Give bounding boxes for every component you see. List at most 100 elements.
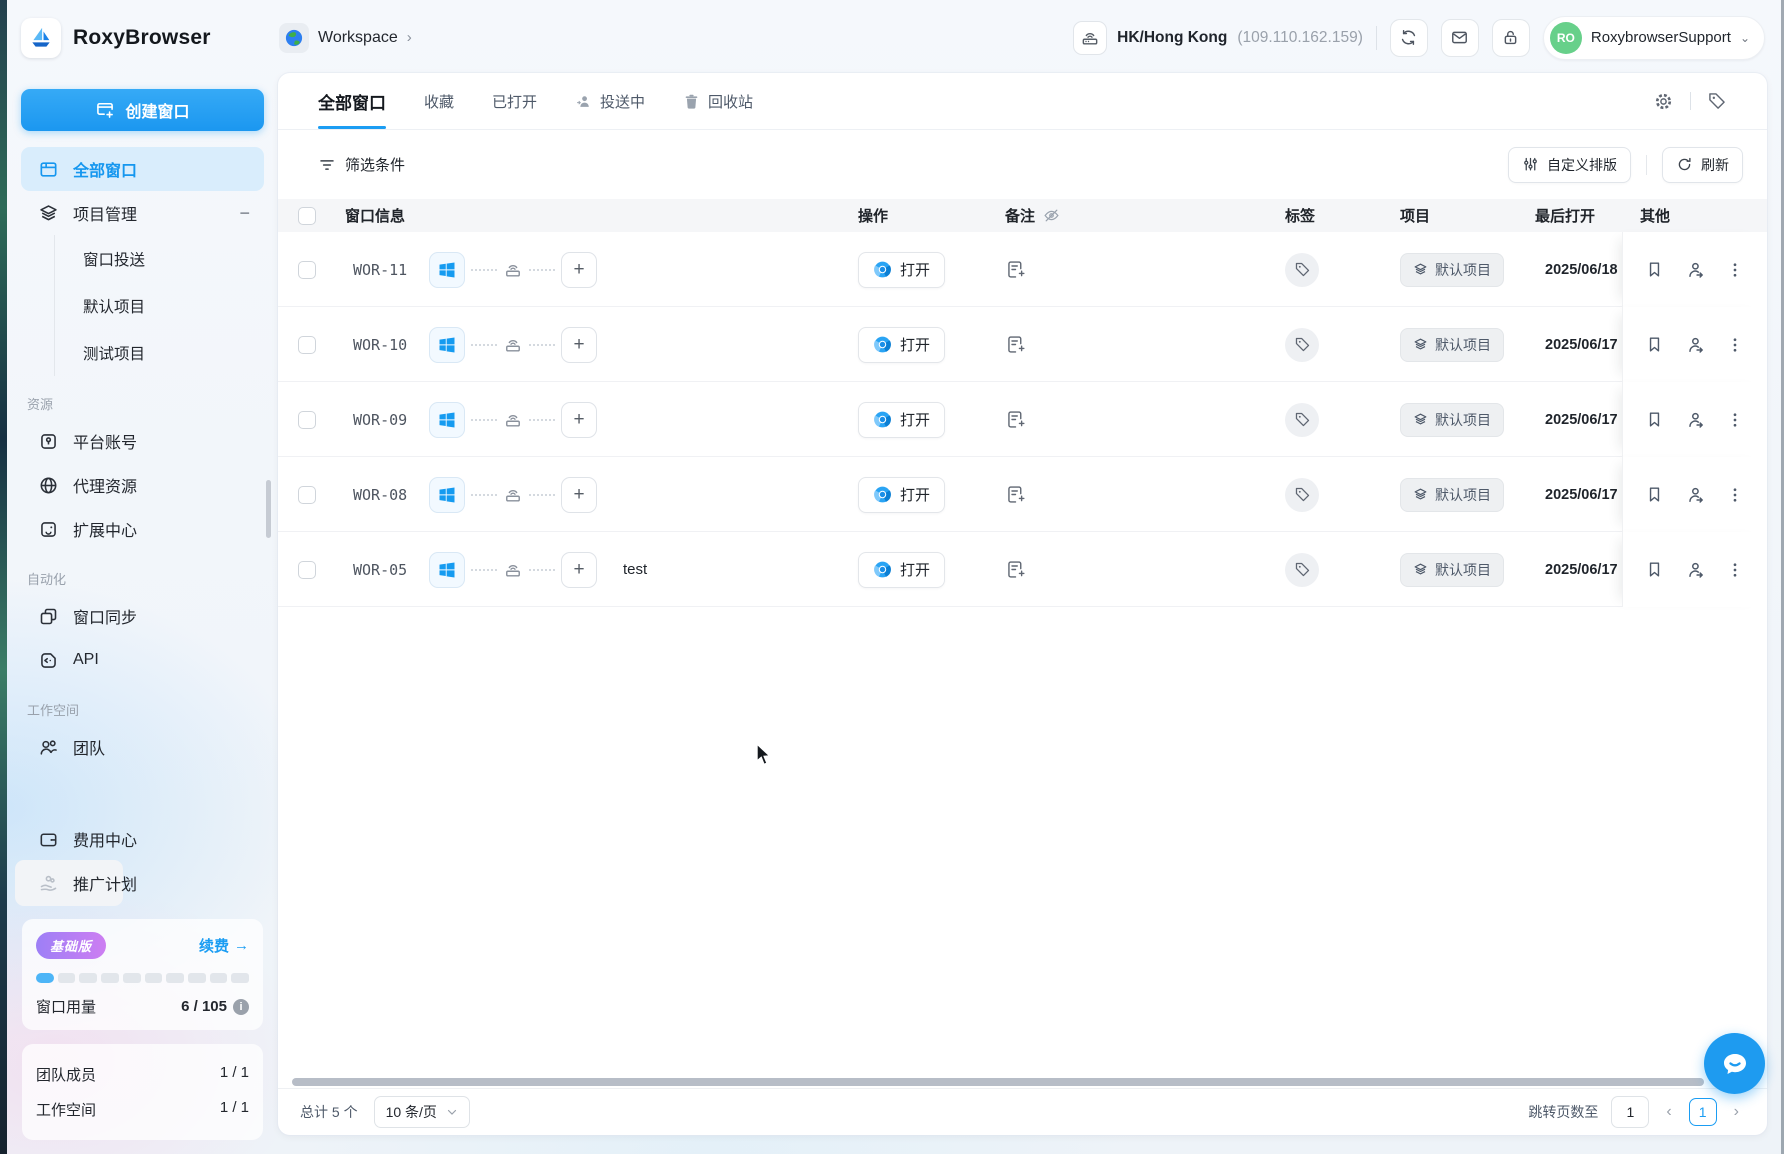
- row-checkbox[interactable]: [298, 410, 316, 429]
- open-window-button[interactable]: 打开: [858, 551, 946, 588]
- windows-os-button[interactable]: [429, 401, 465, 438]
- add-note-icon[interactable]: [1005, 484, 1027, 505]
- transfer-user-icon[interactable]: [1685, 260, 1705, 280]
- filter-button[interactable]: 筛选条件: [318, 154, 405, 175]
- add-note-icon[interactable]: [1005, 334, 1027, 355]
- windows-os-button[interactable]: [429, 326, 465, 363]
- tag-manager-button[interactable]: [1707, 91, 1727, 111]
- prev-page-button[interactable]: ‹: [1662, 1101, 1675, 1123]
- settings-button[interactable]: [1653, 91, 1674, 112]
- add-tag-button[interactable]: [1285, 327, 1319, 362]
- more-options-icon[interactable]: [1726, 561, 1744, 579]
- add-tag-button[interactable]: [1285, 552, 1319, 587]
- project-badge[interactable]: 默认项目: [1400, 402, 1504, 437]
- project-badge[interactable]: 默认项目: [1400, 252, 1504, 287]
- renew-link[interactable]: 续费 →: [199, 935, 249, 956]
- windows-os-button[interactable]: [429, 476, 465, 513]
- sidebar-item-default-project[interactable]: 默认项目: [55, 282, 278, 329]
- sidebar-item-promotion[interactable]: 推广计划: [21, 861, 264, 905]
- row-checkbox[interactable]: [298, 485, 316, 504]
- project-badge[interactable]: 默认项目: [1400, 552, 1504, 587]
- transfer-user-icon[interactable]: [1685, 485, 1705, 505]
- more-options-icon[interactable]: [1726, 411, 1744, 429]
- tag-icon: [1295, 412, 1309, 427]
- collapse-icon[interactable]: −: [239, 204, 250, 222]
- add-tag-button[interactable]: [1285, 402, 1319, 437]
- open-window-button[interactable]: 打开: [858, 401, 946, 438]
- sidebar-item-extension-center[interactable]: 扩展中心: [21, 507, 264, 551]
- more-options-icon[interactable]: [1726, 261, 1744, 279]
- add-note-icon[interactable]: [1005, 259, 1027, 280]
- tab-dispatching[interactable]: 投送中: [575, 73, 645, 129]
- sync-button[interactable]: [1389, 18, 1428, 57]
- table-header: 窗口信息 操作 备注 标签 项目 最后打开 其他: [278, 199, 1767, 232]
- tab-recycle-bin[interactable]: 回收站: [683, 73, 753, 129]
- open-window-button[interactable]: 打开: [858, 326, 946, 363]
- sidebar-item-proxy-resources[interactable]: 代理资源: [21, 463, 264, 507]
- sidebar-item-platform-accounts[interactable]: 平台账号: [21, 419, 264, 463]
- bookmark-icon[interactable]: [1645, 560, 1664, 579]
- sidebar-item-window-sync[interactable]: 窗口同步: [21, 594, 264, 638]
- bookmark-icon[interactable]: [1645, 485, 1664, 504]
- row-checkbox[interactable]: [298, 560, 316, 579]
- add-proxy-button[interactable]: +: [561, 551, 597, 588]
- project-cell: 默认项目: [1400, 477, 1535, 512]
- windows-os-button[interactable]: [429, 551, 465, 588]
- sidebar-item-billing-center[interactable]: 费用中心: [21, 817, 264, 861]
- wallet-icon: [37, 828, 59, 850]
- sidebar-item-window-dispatch[interactable]: 窗口投送: [55, 235, 278, 282]
- mail-button[interactable]: [1440, 18, 1479, 57]
- user-menu[interactable]: RO RoxybrowserSupport ⌄: [1542, 15, 1765, 60]
- sidebar-item-test-project[interactable]: 测试项目: [55, 329, 278, 376]
- column-tag: 标签: [1285, 208, 1316, 225]
- page-size-select[interactable]: 10 条/页: [373, 1096, 470, 1128]
- tab-opened[interactable]: 已打开: [492, 73, 537, 129]
- page-1-button[interactable]: 1: [1688, 1098, 1717, 1126]
- add-note-icon[interactable]: [1005, 559, 1027, 580]
- sidebar-item-team[interactable]: 团队: [21, 725, 264, 769]
- add-tag-button[interactable]: [1285, 477, 1319, 512]
- bookmark-icon[interactable]: [1645, 335, 1664, 354]
- transfer-user-icon[interactable]: [1685, 560, 1705, 580]
- more-options-icon[interactable]: [1726, 486, 1744, 504]
- refresh-button[interactable]: 刷新: [1662, 146, 1743, 183]
- custom-layout-button[interactable]: 自定义排版: [1508, 146, 1631, 183]
- bookmark-icon[interactable]: [1645, 410, 1664, 429]
- project-badge[interactable]: 默认项目: [1400, 327, 1504, 362]
- lock-button[interactable]: [1491, 18, 1530, 57]
- eye-off-icon[interactable]: [1043, 207, 1060, 224]
- workspace-breadcrumb[interactable]: Workspace ›: [279, 22, 412, 53]
- tab-favorites[interactable]: 收藏: [424, 73, 454, 129]
- transfer-user-icon[interactable]: [1685, 335, 1705, 355]
- add-note-icon[interactable]: [1005, 409, 1027, 430]
- window-icon: [37, 158, 59, 180]
- project-badge[interactable]: 默认项目: [1400, 477, 1504, 512]
- create-window-button[interactable]: 创建窗口: [21, 89, 264, 131]
- add-tag-button[interactable]: [1285, 252, 1319, 287]
- add-proxy-button[interactable]: +: [561, 476, 597, 513]
- sidebar-item-label: 窗口同步: [73, 610, 138, 627]
- jump-page-input[interactable]: [1611, 1096, 1650, 1128]
- sidebar-item-label: 扩展中心: [73, 523, 138, 540]
- windows-os-button[interactable]: [429, 251, 465, 288]
- more-options-icon[interactable]: [1726, 336, 1744, 354]
- next-page-button[interactable]: ›: [1730, 1101, 1743, 1123]
- sidebar-scrollbar[interactable]: [266, 480, 271, 538]
- tab-all-windows[interactable]: 全部窗口: [318, 73, 386, 129]
- bookmark-icon[interactable]: [1645, 260, 1664, 279]
- row-checkbox[interactable]: [298, 335, 316, 354]
- transfer-user-icon[interactable]: [1685, 410, 1705, 430]
- add-proxy-button[interactable]: +: [561, 326, 597, 363]
- support-chat-button[interactable]: [1704, 1033, 1765, 1094]
- add-proxy-button[interactable]: +: [561, 401, 597, 438]
- proxy-info-button[interactable]: HK/Hong Kong (109.110.162.159): [1073, 20, 1363, 55]
- horizontal-scrollbar[interactable]: [292, 1078, 1704, 1086]
- sidebar-item-api[interactable]: API: [21, 638, 264, 682]
- row-checkbox[interactable]: [298, 260, 316, 279]
- sidebar-item-project-management[interactable]: 项目管理 −: [21, 191, 264, 235]
- select-all-checkbox[interactable]: [298, 206, 316, 225]
- open-window-button[interactable]: 打开: [858, 251, 946, 288]
- add-proxy-button[interactable]: +: [561, 251, 597, 288]
- open-window-button[interactable]: 打开: [858, 476, 946, 513]
- sidebar-item-all-windows[interactable]: 全部窗口: [21, 147, 264, 191]
